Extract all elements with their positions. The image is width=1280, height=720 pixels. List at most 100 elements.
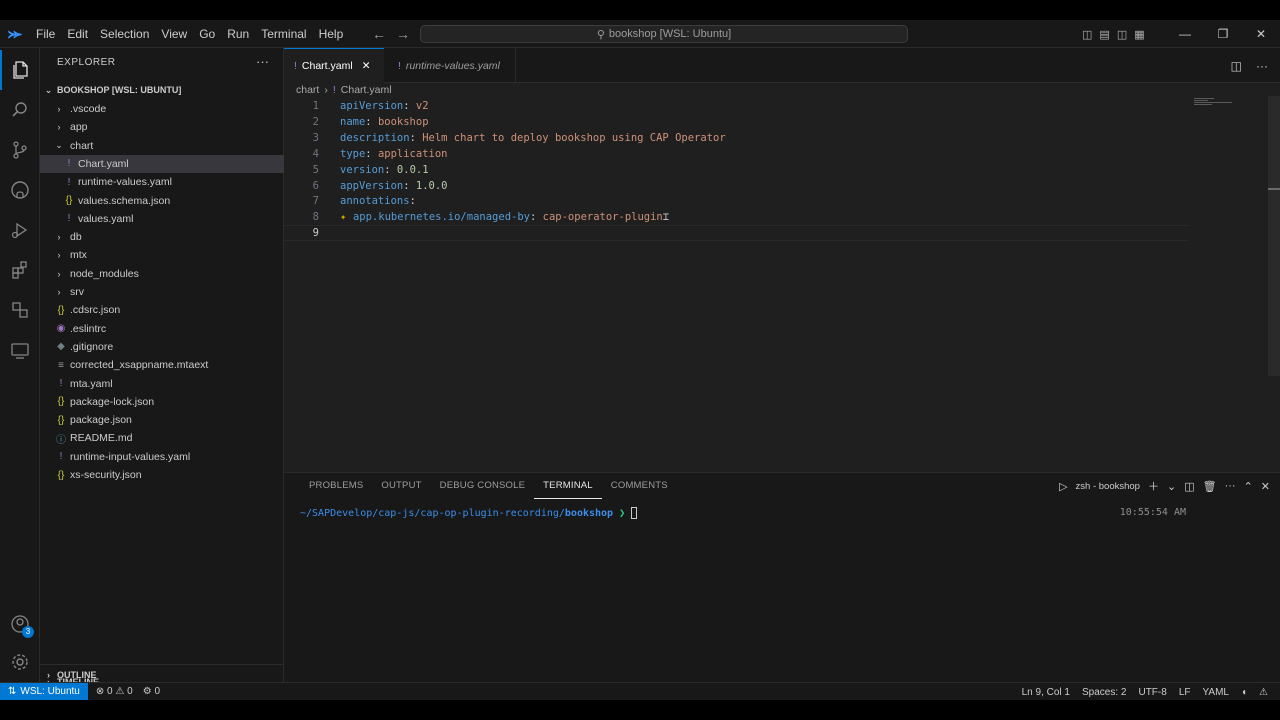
tree-folder-chart[interactable]: ⌄ chart xyxy=(40,137,284,155)
search-activity-icon[interactable] xyxy=(0,90,40,130)
problems-status[interactable]: ⊗ 0 ⚠ 0 xyxy=(96,686,133,697)
toggle-primary-sidebar-icon[interactable]: ◫ xyxy=(1082,28,1092,41)
explorer-icon[interactable] xyxy=(0,50,40,90)
code-editor[interactable]: 1 apiVersion: v2 2 name: bookshop 3 descripti… xyxy=(284,96,1280,466)
chevron-right-icon: › xyxy=(57,122,61,133)
tree-item-label: values.yaml xyxy=(78,212,134,225)
notifications-bell-icon[interactable]: ⚠ xyxy=(1259,687,1268,698)
ports-status[interactable]: ⚙ 0 xyxy=(143,686,160,697)
menu-view[interactable]: View xyxy=(155,20,193,48)
copilot-icon[interactable]: ◖ xyxy=(1241,687,1247,698)
maximize-panel-icon[interactable]: ⌃ xyxy=(1244,480,1253,493)
line-number: 7 xyxy=(312,195,319,208)
tree-file-values-yaml[interactable]: ! values.yaml xyxy=(40,210,284,228)
tree-file-corrected-xsappname-mtaext[interactable]: ≡ corrected_xsappname.mtaext xyxy=(40,356,284,374)
tree-file-runtime-values-yaml[interactable]: ! runtime-values.yaml xyxy=(40,173,284,191)
new-terminal-icon[interactable]: ＋ xyxy=(1148,478,1159,494)
remote-explorer-icon[interactable] xyxy=(0,330,40,370)
end-of-line[interactable]: LF xyxy=(1179,687,1191,698)
more-actions-icon[interactable]: ··· xyxy=(256,54,269,69)
breadcrumb-file[interactable]: Chart.yaml xyxy=(341,84,392,96)
line-text: appVersion: 1.0.0 xyxy=(340,179,448,192)
more-editor-actions-icon[interactable]: ··· xyxy=(1256,59,1268,73)
split-editor-icon[interactable]: ◫ xyxy=(1231,59,1242,73)
menu-edit[interactable]: Edit xyxy=(61,20,94,48)
tree-folder-db[interactable]: › db xyxy=(40,228,284,246)
menu-selection[interactable]: Selection xyxy=(94,20,155,48)
breadcrumb-folder[interactable]: chart xyxy=(296,84,319,96)
more-panel-actions-icon[interactable]: ··· xyxy=(1225,480,1236,492)
tree-folder-node-modules[interactable]: › node_modules xyxy=(40,265,284,283)
extensions-icon[interactable] xyxy=(0,250,40,290)
terminal-name[interactable]: zsh - bookshop xyxy=(1076,481,1140,492)
warning-icon: ⚠ xyxy=(115,686,125,697)
mouse-ibeam-icon: ⌶ xyxy=(662,211,670,224)
tree-folder-mtx[interactable]: › mtx xyxy=(40,246,284,264)
toggle-secondary-sidebar-icon[interactable]: ◫ xyxy=(1117,28,1127,41)
tab-terminal[interactable]: TERMINAL xyxy=(534,474,602,499)
line-number: 3 xyxy=(312,131,319,144)
forward-arrow-icon[interactable]: → xyxy=(396,26,410,42)
menu-help[interactable]: Help xyxy=(313,20,350,48)
menu-run[interactable]: Run xyxy=(221,20,255,48)
tab-debug-console[interactable]: DEBUG CONSOLE xyxy=(431,473,534,499)
tree-file-eslintrc[interactable]: ◉ .eslintrc xyxy=(40,320,284,338)
encoding[interactable]: UTF-8 xyxy=(1138,687,1166,698)
tree-folder-vscode[interactable]: › .vscode xyxy=(40,100,284,118)
menu-go[interactable]: Go xyxy=(193,20,221,48)
tree-file-runtime-input-values-yaml[interactable]: ! runtime-input-values.yaml xyxy=(40,448,284,466)
terminal-prompt[interactable]: ~/SAPDevelop/cap-js/cap-op-plugin-record… xyxy=(300,507,638,519)
cursor-position[interactable]: Ln 9, Col 1 xyxy=(1022,687,1070,698)
minimap[interactable] xyxy=(1194,98,1234,106)
tab-problems[interactable]: PROBLEMS xyxy=(300,473,372,499)
tree-file-package-lock-json[interactable]: {} package-lock.json xyxy=(40,393,284,411)
close-tab-icon[interactable]: ✕ xyxy=(362,60,371,72)
tab-chart-yaml[interactable]: ! Chart.yaml ✕ xyxy=(284,48,384,83)
customize-layout-icon[interactable]: ▦ xyxy=(1134,28,1144,41)
error-icon: ⊗ xyxy=(95,686,105,697)
back-arrow-icon[interactable]: ← xyxy=(372,26,386,42)
split-terminal-icon[interactable]: ◫ xyxy=(1184,480,1194,493)
indentation[interactable]: Spaces: 2 xyxy=(1082,687,1126,698)
close-panel-icon[interactable]: ✕ xyxy=(1261,480,1270,493)
chevron-down-icon[interactable]: ⌄ xyxy=(1167,480,1176,493)
tree-file-values-schema-json[interactable]: {} values.schema.json xyxy=(40,192,284,210)
tree-file-readme-md[interactable]: ⓘ README.md xyxy=(40,429,284,447)
json-file-icon: {} xyxy=(57,304,65,316)
search-icon: ⚲ xyxy=(596,28,605,41)
tree-folder-srv[interactable]: › srv xyxy=(40,283,284,301)
tree-file-mta-yaml[interactable]: ! mta.yaml xyxy=(40,375,284,393)
tree-file-package-json[interactable]: {} package.json xyxy=(40,411,284,429)
language-mode[interactable]: YAML xyxy=(1202,687,1229,698)
tree-file-gitignore[interactable]: ◆ .gitignore xyxy=(40,338,284,356)
trash-icon[interactable]: 🗑 xyxy=(1203,480,1217,493)
tree-folder-app[interactable]: › app xyxy=(40,118,284,136)
yaml-file-icon: ! xyxy=(398,59,401,72)
run-debug-icon[interactable] xyxy=(0,210,40,250)
tab-runtime-values-yaml[interactable]: ! runtime-values.yaml xyxy=(388,48,516,83)
menu-file[interactable]: File xyxy=(30,20,61,48)
accounts-icon[interactable]: 3 xyxy=(0,604,40,644)
tree-item-label: mta.yaml xyxy=(70,377,113,390)
workspace-root[interactable]: ⌄ BOOKSHOP [WSL: UBUNTU] xyxy=(40,80,284,100)
remote-indicator[interactable]: ⇅ WSL: Ubuntu xyxy=(0,682,88,700)
close-window-icon[interactable]: ✕ xyxy=(1242,20,1280,48)
kubernetes-icon[interactable] xyxy=(0,290,40,330)
yaml-value: Helm chart to deploy bookshop using CAP … xyxy=(422,131,726,144)
command-center-search[interactable]: ⚲ bookshop [WSL: Ubuntu] xyxy=(420,25,908,43)
tree-file-xs-security-json[interactable]: {} xs-security.json xyxy=(40,466,284,484)
manage-gear-icon[interactable] xyxy=(0,642,40,682)
tree-file-chart-yaml[interactable]: ! Chart.yaml xyxy=(40,154,284,173)
yaml-value: 0.0.1 xyxy=(396,163,429,176)
tree-file-cdsrc-json[interactable]: {} .cdsrc.json xyxy=(40,301,284,319)
tab-output[interactable]: OUTPUT xyxy=(372,473,430,499)
source-control-icon[interactable] xyxy=(0,130,40,170)
tab-comments[interactable]: COMMENTS xyxy=(602,473,677,499)
minimize-icon[interactable]: — xyxy=(1166,20,1204,48)
github-icon[interactable] xyxy=(0,170,40,210)
editor-scrollbar[interactable] xyxy=(1268,96,1280,376)
line-text: name: bookshop xyxy=(340,115,429,128)
menu-terminal[interactable]: Terminal xyxy=(255,20,312,48)
toggle-panel-icon[interactable]: ▤ xyxy=(1099,28,1109,41)
restore-icon[interactable]: ❐ xyxy=(1204,20,1242,48)
